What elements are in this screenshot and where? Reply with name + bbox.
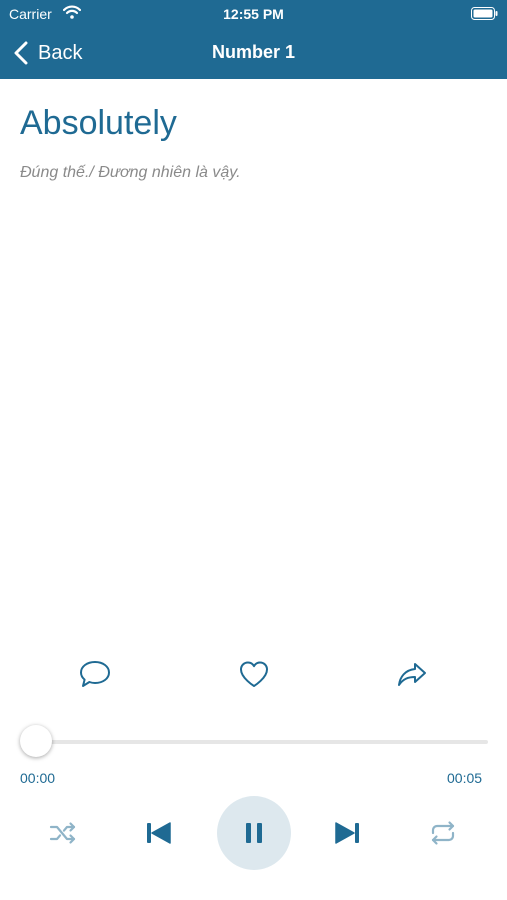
status-bar: Carrier 12:55 PM [0,0,507,28]
total-duration: 00:05 [447,770,483,786]
current-time: 00:00 [20,770,56,786]
share-icon [398,663,426,686]
pause-icon [246,823,262,843]
progress-thumb[interactable] [20,725,52,757]
next-button[interactable] [327,812,369,854]
comment-icon [80,661,110,687]
comment-button[interactable] [77,656,113,692]
repeat-icon [431,821,455,845]
navigation-bar: Back Number 1 [0,28,507,79]
shuffle-icon [49,822,76,844]
repeat-button[interactable] [422,812,464,854]
translation-text: Đúng thế./ Đương nhiên là vậy. [20,164,241,181]
shuffle-button[interactable] [42,812,84,854]
status-time: 12:55 PM [223,6,284,22]
previous-button[interactable] [137,812,179,854]
word-title: Absolutely [20,104,177,142]
previous-icon [147,822,171,844]
nav-title: Number 1 [211,42,296,62]
share-button[interactable] [394,656,430,692]
heart-icon [240,661,268,687]
favorite-button[interactable] [236,656,272,692]
progress-track[interactable] [36,740,488,744]
next-icon [335,822,359,844]
pause-button[interactable] [217,796,291,870]
battery-icon [471,7,498,20]
